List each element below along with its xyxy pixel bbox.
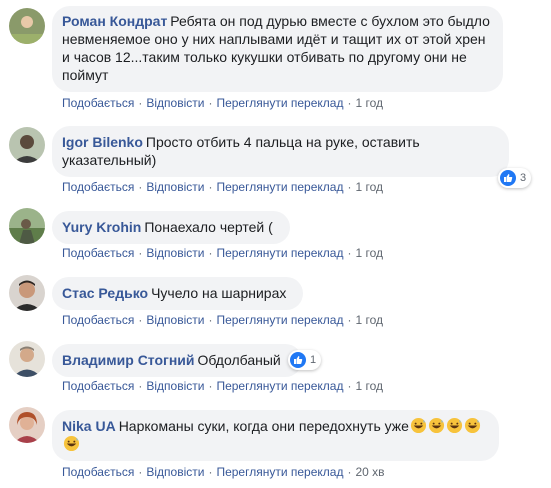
comment-author[interactable]: Yury Krohin [62,219,141,235]
comment-bubble: Стас Редько Чучело на шарнирах [52,277,303,310]
like-reaction-icon [500,170,516,186]
comment-author[interactable]: Стас Редько [62,285,148,301]
separator: · [208,96,213,110]
like-link[interactable]: Подобається [62,313,134,327]
separator: · [138,96,143,110]
separator: · [347,180,352,194]
reaction-count: 1 [310,354,317,366]
separator: · [138,313,143,327]
comment-timestamp[interactable]: 1 год [355,379,383,393]
comment-author[interactable]: Igor Bilenko [62,134,143,150]
separator: · [138,246,143,260]
avatar[interactable] [9,8,45,44]
comment-text: Обдолбаный [197,352,281,368]
comment-actions: Подобається · Відповісти · Переглянути перек… [62,246,383,260]
comment-bubble: Владимир Стогний Обдолбаный [52,344,302,377]
comment-bubble: Роман Кондрат Ребята он под дурью вместе … [52,6,503,92]
separator: · [208,313,213,327]
comment-text: Наркоманы суки, когда они передохнуть уж… [118,418,409,434]
comment-author[interactable]: Владимир Стогний [62,352,195,368]
like-link[interactable]: Подобається [62,180,134,194]
comment-bubble: Igor Bilenko Просто отбить 4 пальца на ру… [52,126,509,177]
comment-author[interactable]: Nika UA [62,418,116,434]
comment-actions: Подобається · Відповісти · Переглянути перек… [62,96,383,110]
reaction-count: 3 [520,172,527,184]
comment-timestamp[interactable]: 1 год [355,313,383,327]
see-translation-link[interactable]: Переглянути переклад [216,379,343,393]
grinning-sweat-face-icon [463,417,481,434]
avatar[interactable] [9,341,45,377]
grinning-sweat-face-icon [62,435,80,452]
see-translation-link[interactable]: Переглянути переклад [216,180,343,194]
separator: · [208,180,213,194]
comment-bubble: Yury Krohin Понаехало чертей ( [52,211,290,244]
see-translation-link[interactable]: Переглянути переклад [216,465,343,479]
comment-bubble: Nika UA Наркоманы суки, когда они передох… [52,410,499,461]
reply-link[interactable]: Відповісти [146,465,204,479]
like-link[interactable]: Подобається [62,246,134,260]
separator: · [208,246,213,260]
separator: · [208,465,213,479]
reply-link[interactable]: Відповісти [146,180,204,194]
reply-link[interactable]: Відповісти [146,379,204,393]
like-link[interactable]: Подобається [62,379,134,393]
reply-link[interactable]: Відповісти [146,96,204,110]
reaction-summary[interactable]: 3 [498,168,532,188]
separator: · [347,465,352,479]
see-translation-link[interactable]: Переглянути переклад [216,313,343,327]
avatar[interactable] [9,127,45,163]
reply-link[interactable]: Відповісти [146,313,204,327]
separator: · [138,180,143,194]
comment-text: Понаехало чертей ( [144,219,273,235]
separator: · [208,379,213,393]
avatar[interactable] [9,275,45,311]
separator: · [347,96,352,110]
see-translation-link[interactable]: Переглянути переклад [216,246,343,260]
comment-timestamp[interactable]: 1 год [355,180,383,194]
comment-timestamp[interactable]: 1 год [355,246,383,260]
grinning-sweat-face-icon [445,417,463,434]
like-link[interactable]: Подобається [62,465,134,479]
separator: · [347,313,352,327]
comment-actions: Подобається · Відповісти · Переглянути перек… [62,313,383,327]
comment-timestamp[interactable]: 20 хв [355,465,384,479]
like-reaction-icon [290,352,306,368]
comment-author[interactable]: Роман Кондрат [62,13,167,29]
comment-actions: Подобається · Відповісти · Переглянути перек… [62,180,383,194]
grinning-sweat-face-icon [409,417,427,434]
reaction-summary[interactable]: 1 [288,350,322,370]
reply-link[interactable]: Відповісти [146,246,204,260]
separator: · [138,465,143,479]
comment-text: Чучело на шарнирах [151,285,287,301]
avatar[interactable] [9,208,45,244]
comment-timestamp[interactable]: 1 год [355,96,383,110]
separator: · [138,379,143,393]
grinning-sweat-face-icon [427,417,445,434]
separator: · [347,379,352,393]
like-link[interactable]: Подобається [62,96,134,110]
separator: · [347,246,352,260]
comment-actions: Подобається · Відповісти · Переглянути перек… [62,465,385,479]
see-translation-link[interactable]: Переглянути переклад [216,96,343,110]
avatar[interactable] [9,407,45,443]
comment-actions: Подобається · Відповісти · Переглянути перек… [62,379,383,393]
